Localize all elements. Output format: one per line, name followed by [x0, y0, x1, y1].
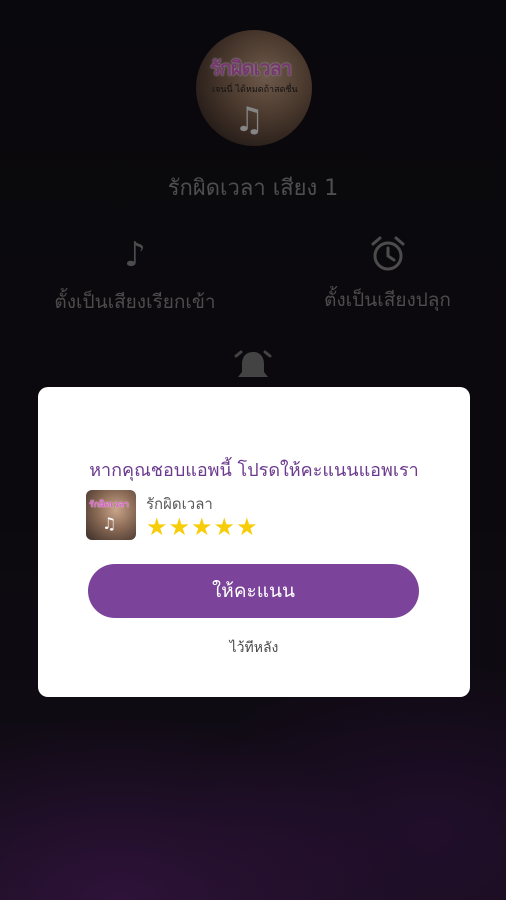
rate-button[interactable]: ให้คะแนน: [88, 564, 419, 618]
rate-app-dialog: หากคุณชอบแอพนี้ โปรดให้คะแนนแอพเรา รักผิ…: [38, 387, 470, 697]
music-note-icon: ♫: [102, 514, 117, 533]
app-icon-title: รักผิดเวลา: [89, 500, 130, 510]
star-rating[interactable]: ★★★★★: [146, 513, 259, 541]
app-icon: รักผิดเวลา ♫: [86, 490, 136, 540]
dialog-title: หากคุณชอบแอพนี้ โปรดให้คะแนนแอพเรา: [89, 460, 419, 481]
later-button[interactable]: ไว้ทีหลัง: [38, 637, 470, 659]
